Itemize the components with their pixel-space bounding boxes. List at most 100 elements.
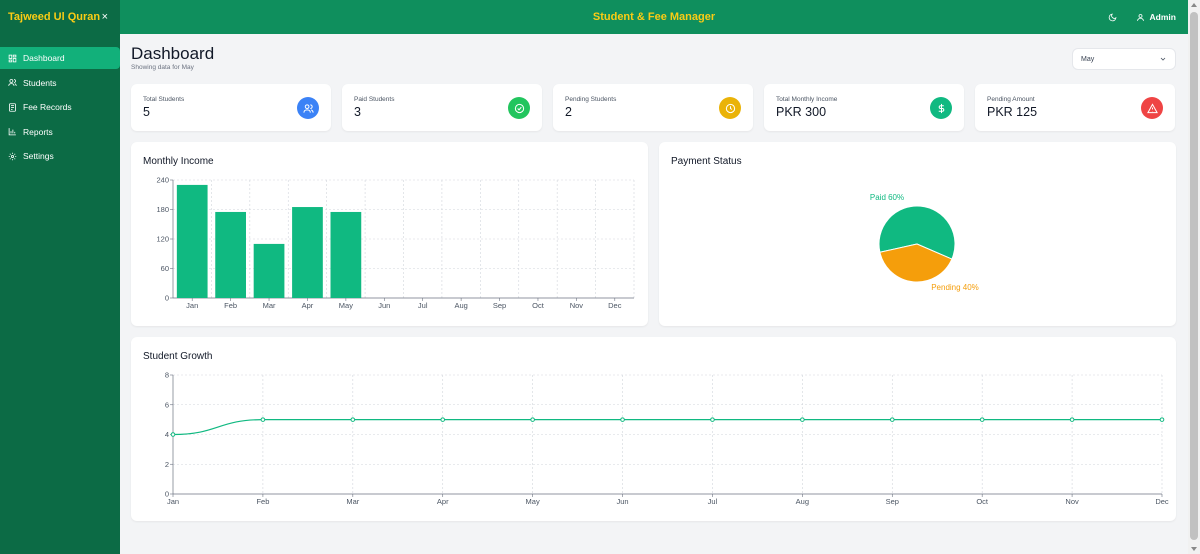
sidebar-item-label: Students	[23, 77, 57, 88]
users-icon	[297, 97, 319, 119]
sidebar-item-fee-records[interactable]: Fee Records	[0, 96, 120, 118]
data-point	[1069, 417, 1075, 422]
x-tick-label: Jul	[708, 497, 718, 506]
sidebar-nav: Dashboard Students Fee Records Reports S…	[0, 47, 120, 167]
y-tick-label: 120	[156, 235, 169, 244]
student-growth-panel: Student Growth 0 2 4 6 8 Jan Feb Mar Apr May Jun Ju…	[131, 337, 1176, 521]
stat-value: 2	[565, 105, 572, 119]
data-point	[440, 417, 446, 422]
payment-status-chart: Paid 60% Pending 40%	[870, 193, 979, 292]
top-bar: Student & Fee Manager Admin	[120, 0, 1188, 34]
x-tick-label: Feb	[256, 497, 269, 506]
scroll-up-arrow-icon[interactable]	[1191, 3, 1197, 7]
x-tick-label: Feb	[224, 301, 237, 310]
chevron-down-icon	[1159, 55, 1167, 63]
stat-value: 3	[354, 105, 361, 119]
payment-status-panel: Payment Status Paid 60% Pending 40%	[659, 142, 1176, 326]
y-tick-label: 60	[161, 264, 169, 273]
user-icon	[1136, 13, 1145, 22]
scroll-thumb[interactable]	[1190, 12, 1198, 540]
x-tick-label: Jan	[167, 497, 179, 506]
bar	[176, 184, 208, 298]
y-tick-label: 8	[165, 371, 169, 380]
stat-label: Pending Amount	[987, 96, 1035, 103]
x-tick-label: Dec	[1155, 497, 1169, 506]
data-point	[979, 417, 985, 422]
stat-card-paid-students: Paid Students 3	[342, 84, 542, 131]
stat-value: PKR 125	[987, 105, 1038, 119]
gear-icon	[8, 152, 17, 161]
data-point	[530, 417, 535, 422]
x-tick-label: Sep	[886, 497, 899, 506]
main-content: Dashboard Showing data for May May Total…	[120, 34, 1188, 554]
bar	[292, 207, 323, 298]
user-name: Admin	[1149, 12, 1176, 22]
sidebar-header: Tajweed Ul Quran ×	[0, 0, 120, 34]
y-tick-label: 6	[165, 400, 169, 409]
stat-label: Paid Students	[354, 96, 395, 103]
monthly-income-panel: Monthly Income 0 60 120 180 240 Jan Feb Mar Apr M…	[131, 142, 648, 326]
x-tick-label: Apr	[302, 301, 314, 310]
stat-value: PKR 300	[776, 105, 827, 119]
y-tick-label: 180	[156, 205, 169, 214]
sidebar-item-students[interactable]: Students	[0, 72, 120, 94]
month-select-value: May	[1081, 55, 1095, 63]
month-select[interactable]: May	[1072, 48, 1176, 70]
close-icon[interactable]: ×	[102, 11, 108, 23]
x-tick-label: Mar	[263, 301, 276, 310]
sidebar-item-label: Fee Records	[23, 102, 72, 112]
sidebar-item-reports[interactable]: Reports	[0, 121, 120, 143]
x-tick-label: Aug	[454, 301, 467, 310]
x-tick-label: May	[339, 301, 353, 310]
monthly-income-chart: 0 60 120 180 240 Jan Feb Mar Apr May Jun Jul Aug Sep O…	[156, 176, 635, 310]
app-title: Student & Fee Manager	[592, 11, 716, 23]
brand-name: Tajweed Ul Quran	[8, 11, 101, 23]
user-menu[interactable]: Admin	[1131, 12, 1176, 22]
pie-label: Pending 40%	[931, 283, 979, 292]
data-point	[260, 417, 266, 422]
x-tick-label: Oct	[976, 497, 989, 506]
dashboard-icon	[8, 54, 17, 63]
data-point	[620, 417, 625, 422]
bar-chart-icon	[8, 127, 17, 136]
y-tick-label: 0	[165, 294, 169, 303]
stat-label: Pending Students	[565, 96, 617, 103]
sidebar-item-dashboard[interactable]: Dashboard	[0, 47, 120, 69]
series-line	[172, 419, 1162, 436]
data-point	[710, 417, 715, 422]
x-tick-label: Nov	[1065, 497, 1079, 506]
student-growth-chart: 02468Jan Feb Mar Apr May Jun Jul Aug Sep Oct Nov De…	[165, 371, 1169, 507]
page-subtitle: Showing data for May	[131, 64, 194, 71]
sidebar-item-label: Settings	[23, 151, 54, 161]
check-circle-icon	[508, 97, 530, 119]
x-tick-label: Apr	[437, 497, 449, 506]
x-tick-label: Dec	[608, 301, 622, 310]
x-tick-label: Jan	[186, 301, 198, 310]
dollar-icon	[930, 97, 952, 119]
x-tick-label: Aug	[796, 497, 809, 506]
sidebar-item-label: Dashboard	[23, 53, 65, 63]
x-tick-label: Jun	[378, 301, 390, 310]
scroll-down-arrow-icon[interactable]	[1191, 547, 1197, 551]
x-tick-label: May	[526, 497, 540, 506]
sidebar-item-settings[interactable]: Settings	[0, 145, 120, 167]
stat-card-pending-students: Pending Students 2	[553, 84, 753, 131]
sidebar: Tajweed Ul Quran × Dashboard Students Fe…	[0, 0, 120, 554]
sidebar-item-label: Reports	[23, 126, 53, 137]
stat-card-total-monthly-income: Total Monthly Income PKR 300	[764, 84, 964, 131]
x-tick-label: Mar	[346, 497, 359, 506]
bar	[253, 243, 285, 298]
y-tick-label: 4	[165, 430, 169, 439]
x-tick-label: Oct	[532, 301, 545, 310]
page-title: Dashboard	[131, 44, 215, 63]
moon-icon[interactable]	[1108, 13, 1117, 22]
stat-card-total-students: Total Students 5	[131, 84, 331, 131]
y-tick-label: 2	[165, 460, 169, 469]
x-tick-label: Nov	[570, 301, 584, 310]
scrollbar[interactable]	[1188, 0, 1200, 554]
x-tick-label: Sep	[493, 301, 506, 310]
stat-value: 5	[143, 105, 150, 119]
data-point	[350, 417, 356, 422]
bar	[330, 211, 362, 298]
data-point	[800, 417, 805, 422]
